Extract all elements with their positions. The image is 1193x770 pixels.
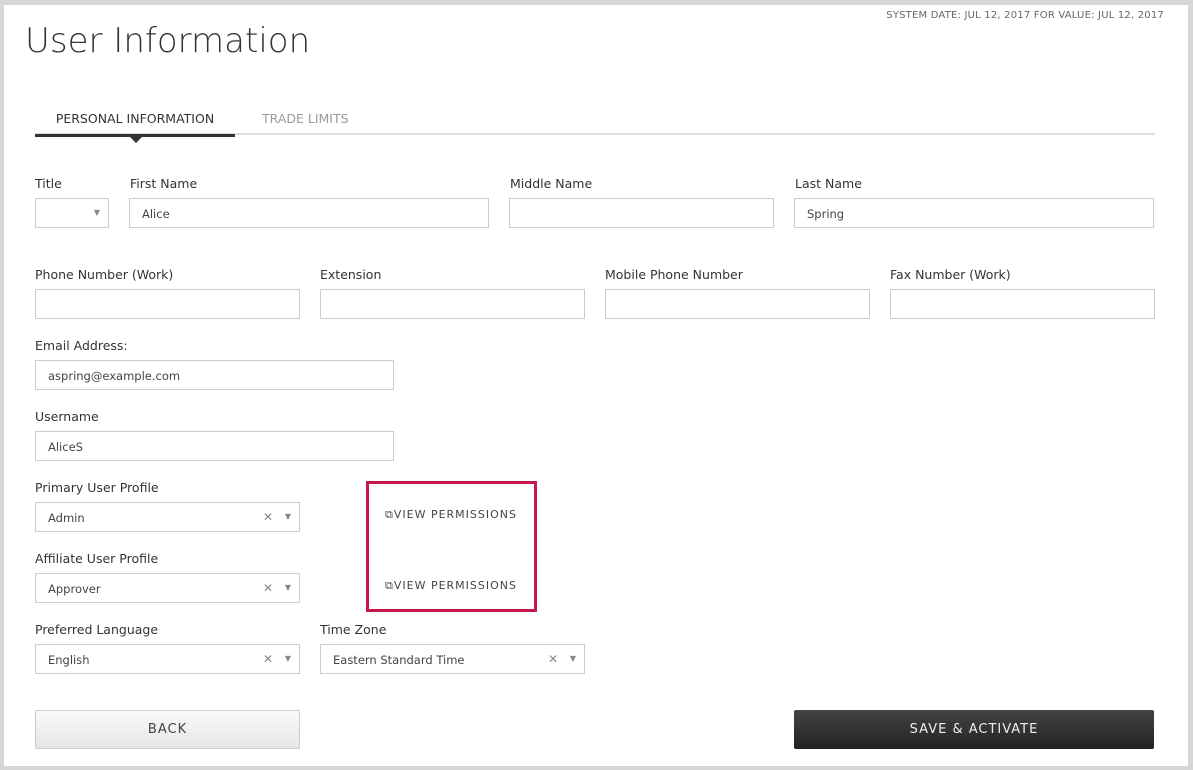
timezone-select[interactable]: Eastern Standard Time ✕ ▼ [320, 644, 585, 674]
view-permissions-label: VIEW PERMISSIONS [393, 508, 517, 521]
view-permissions-label: VIEW PERMISSIONS [393, 579, 517, 592]
title-label: Title [35, 176, 62, 191]
middle-name-label: Middle Name [510, 176, 593, 191]
system-date: SYSTEM DATE: JUL 12, 2017 FOR VALUE: JUL… [886, 10, 1164, 21]
view-permissions-affiliate-link[interactable]: ⧉VIEW PERMISSIONS [385, 579, 517, 593]
title-select[interactable]: ▼ [35, 198, 109, 228]
affiliate-profile-select[interactable]: Approver ✕ ▼ [35, 573, 300, 603]
tab-bar: PERSONAL INFORMATION TRADE LIMITS [35, 107, 1155, 143]
save-activate-button[interactable]: SAVE & ACTIVATE [794, 710, 1154, 749]
page-frame: SYSTEM DATE: JUL 12, 2017 FOR VALUE: JUL… [4, 5, 1188, 766]
clear-icon[interactable]: ✕ [548, 652, 558, 666]
external-window-icon: ⧉ [385, 508, 394, 521]
primary-profile-value: Admin [48, 511, 85, 525]
username-label: Username [35, 409, 99, 424]
timezone-label: Time Zone [320, 622, 387, 637]
mobile-label: Mobile Phone Number [605, 267, 743, 282]
clear-icon[interactable]: ✕ [263, 510, 273, 524]
back-button[interactable]: BACK [35, 710, 300, 749]
page-title: User Information [25, 21, 311, 61]
primary-profile-label: Primary User Profile [35, 480, 159, 495]
primary-profile-select[interactable]: Admin ✕ ▼ [35, 502, 300, 532]
highlight-box: ⧉VIEW PERMISSIONS ⧉VIEW PERMISSIONS [366, 481, 537, 612]
timezone-value: Eastern Standard Time [333, 653, 465, 667]
chevron-down-icon: ▼ [569, 654, 576, 663]
phone-work-label: Phone Number (Work) [35, 267, 174, 282]
first-name-label: First Name [130, 176, 198, 191]
extension-label: Extension [320, 267, 382, 282]
chevron-down-icon: ▼ [284, 654, 291, 663]
external-window-icon: ⧉ [385, 579, 394, 592]
middle-name-field[interactable] [509, 198, 774, 228]
email-label: Email Address: [35, 338, 128, 353]
language-value: English [48, 653, 90, 667]
fax-label: Fax Number (Work) [890, 267, 1011, 282]
affiliate-profile-value: Approver [48, 582, 101, 596]
chevron-down-icon: ▼ [284, 583, 291, 592]
affiliate-profile-label: Affiliate User Profile [35, 551, 159, 566]
first-name-field[interactable]: Alice [129, 198, 489, 228]
clear-icon[interactable]: ✕ [263, 652, 273, 666]
tab-personal-information[interactable]: PERSONAL INFORMATION [35, 111, 235, 143]
chevron-down-icon: ▼ [284, 512, 291, 521]
tab-trade-limits[interactable]: TRADE LIMITS [262, 111, 349, 126]
phone-work-field[interactable] [35, 289, 300, 319]
last-name-field[interactable]: Spring [794, 198, 1154, 228]
view-permissions-primary-link[interactable]: ⧉VIEW PERMISSIONS [385, 508, 517, 522]
extension-field[interactable] [320, 289, 585, 319]
language-select[interactable]: English ✕ ▼ [35, 644, 300, 674]
chevron-down-icon: ▼ [93, 208, 100, 217]
language-label: Preferred Language [35, 622, 159, 637]
username-field[interactable]: AliceS [35, 431, 394, 461]
mobile-field[interactable] [605, 289, 870, 319]
fax-field[interactable] [890, 289, 1155, 319]
email-field[interactable]: aspring@example.com [35, 360, 394, 390]
last-name-label: Last Name [795, 176, 862, 191]
clear-icon[interactable]: ✕ [263, 581, 273, 595]
